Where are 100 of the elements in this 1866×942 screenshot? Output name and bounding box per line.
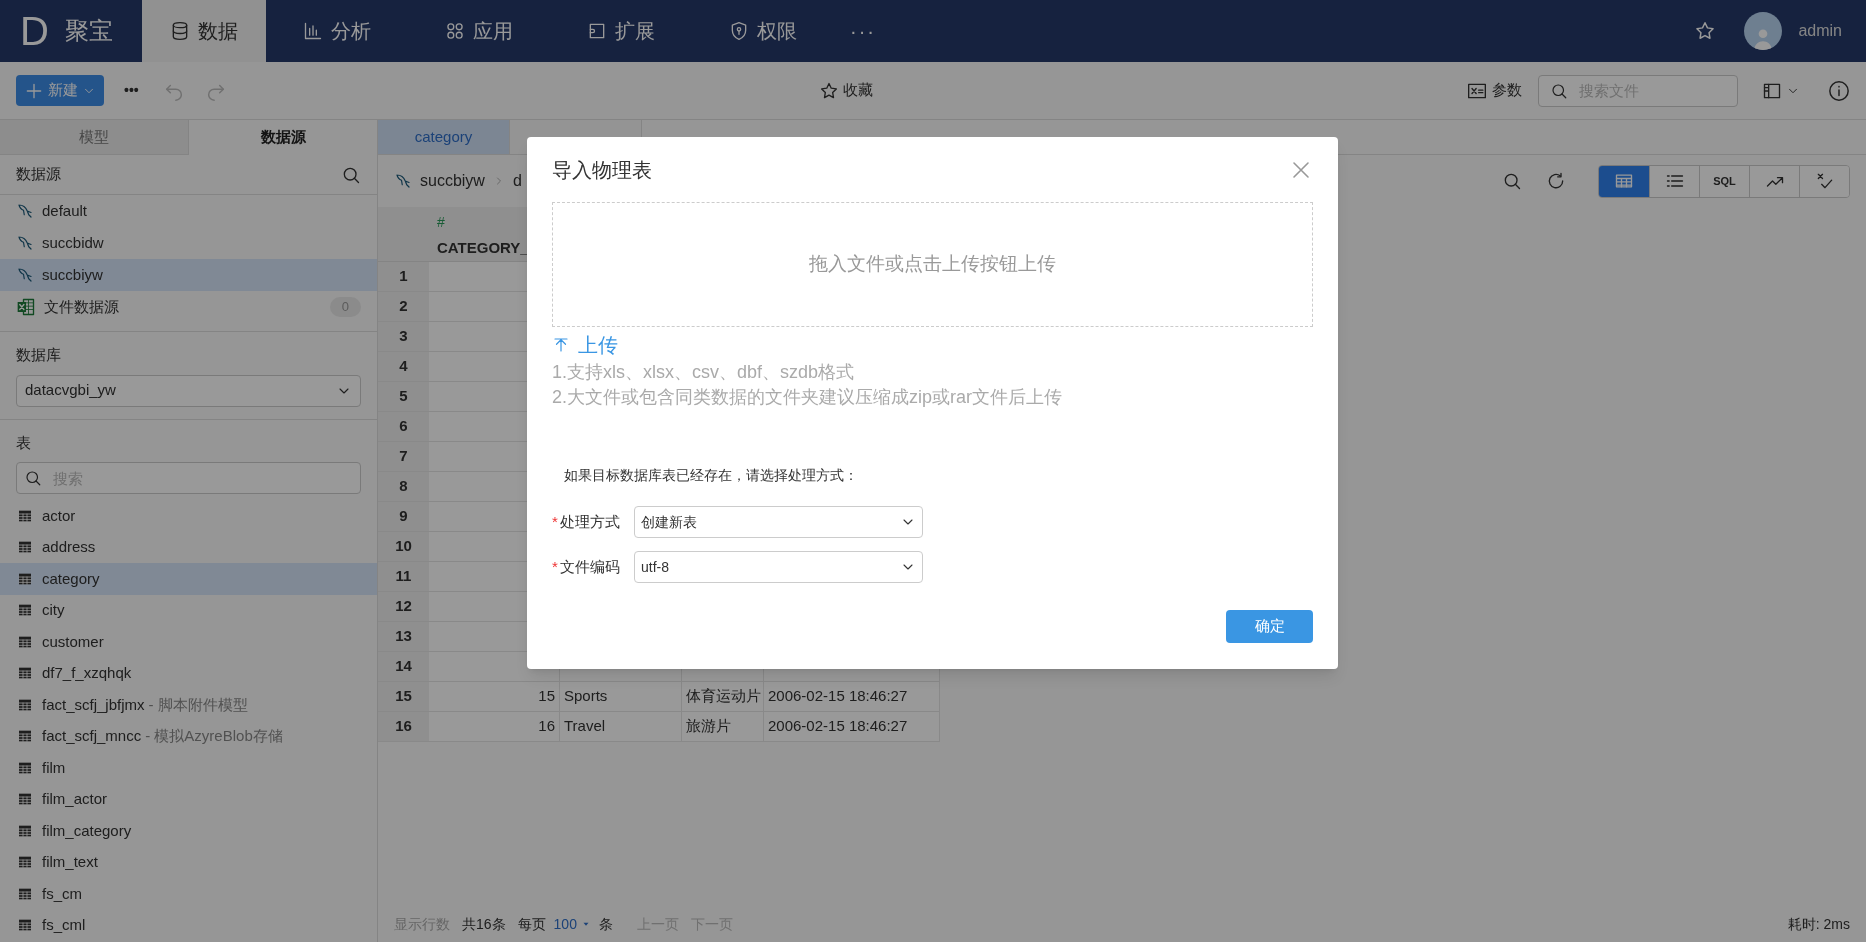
row-number: 16	[378, 712, 429, 742]
table-cell: 15	[429, 682, 560, 712]
spreadsheet-icon	[16, 297, 36, 317]
row-number: 5	[378, 382, 429, 412]
avatar[interactable]	[1744, 12, 1783, 50]
dolphin-icon	[16, 266, 34, 284]
row-number: 11	[378, 562, 429, 592]
row-number: 1	[378, 262, 429, 292]
table-list-item[interactable]: df7_f_xzqhqk	[0, 657, 377, 689]
datasource-label: 文件数据源	[44, 296, 120, 317]
table-icon	[16, 728, 34, 745]
dropdown-field[interactable]: 创建新表	[634, 506, 923, 538]
bar-chart-icon	[303, 21, 323, 41]
table-icon	[16, 602, 34, 619]
favorite-button[interactable]: 收藏	[819, 79, 874, 102]
section-title: 数据源	[16, 164, 61, 185]
page-size-select[interactable]: 100	[553, 913, 591, 935]
table-list-item[interactable]: film	[0, 752, 377, 784]
table-list-item[interactable]: customer	[0, 626, 377, 658]
table-name: actor	[42, 505, 76, 526]
dialog-title: 导入物理表	[552, 158, 652, 183]
field-label: 处理方式	[559, 511, 620, 532]
search-icon[interactable]	[1502, 171, 1522, 191]
table-list-item[interactable]: fs_cml	[0, 909, 377, 941]
table-name: customer	[42, 631, 104, 652]
table-cell: Sports	[560, 682, 682, 712]
table-list-item[interactable]: fact_scfj_mncc - 模拟AzyreBlob存储	[0, 720, 377, 752]
row-number: 4	[378, 352, 429, 382]
total-count: 共16条	[462, 914, 506, 934]
star-icon[interactable]	[1694, 20, 1717, 42]
more-button[interactable]: •••	[124, 80, 139, 101]
table-list-item[interactable]: fact_scfj_jbfjmx - 脚本附件模型	[0, 689, 377, 721]
search-icon	[1550, 81, 1568, 100]
dolphin-icon	[16, 202, 34, 220]
datasource-item[interactable]: succbidw	[0, 227, 377, 259]
table-name: film_text	[42, 852, 98, 872]
table-icon	[16, 854, 34, 871]
user-name[interactable]: admin	[1798, 19, 1842, 43]
plugin-icon	[587, 21, 607, 41]
table-cell: 2006-02-15 18:46:27	[764, 712, 940, 742]
drop-zone-hint: 拖入文件或点击上传按钮上传	[809, 252, 1056, 277]
sidebar-tab[interactable]: 模型	[0, 120, 189, 155]
row-number: 13	[378, 622, 429, 652]
datasource-item[interactable]: succbiyw	[0, 259, 377, 291]
field-label: 文件编码	[559, 556, 620, 577]
row-number: 8	[378, 472, 429, 502]
row-number: 7	[378, 442, 429, 472]
upload-link[interactable]: 上传	[552, 330, 618, 360]
table-description: - 模拟AzyreBlob存储	[145, 726, 283, 746]
datasource-item[interactable]: default	[0, 195, 377, 227]
new-button[interactable]: 新建	[16, 75, 104, 106]
breadcrumb-item[interactable]: d	[512, 169, 522, 193]
brand-name: 聚宝	[64, 16, 113, 46]
table-name: fs_cm	[42, 883, 82, 904]
nav-tab[interactable]: 分析	[266, 0, 408, 62]
breadcrumb-item[interactable]: succbiyw	[420, 169, 485, 193]
drop-zone[interactable]: 拖入文件或点击上传按钮上传	[552, 202, 1313, 327]
database-icon	[170, 21, 190, 41]
table-name: fact_scfj_mncc	[42, 726, 142, 746]
table-list-item[interactable]: actor	[0, 500, 377, 532]
nav-tab[interactable]: 数据	[142, 0, 266, 62]
table-description: - 脚本附件模型	[148, 694, 248, 715]
per-page-label: 每页	[517, 914, 546, 934]
view-check-button[interactable]	[1799, 165, 1849, 197]
hint-text: 2.大文件或包含同类数据的文件夹建议压缩成zip或rar文件后上传	[552, 386, 1064, 409]
table-name: address	[42, 537, 96, 557]
unit-label: 条	[598, 914, 613, 934]
table-list-item[interactable]: fs_cm	[0, 878, 377, 910]
table-name: category	[42, 568, 100, 589]
nav-tab[interactable]: 扩展	[550, 0, 692, 62]
table-cell: Travel	[560, 712, 682, 742]
row-number: 9	[378, 502, 429, 532]
table-list-item[interactable]: category	[0, 563, 377, 595]
shield-icon	[729, 21, 749, 41]
table-name: fact_scfj_jbfjmx	[42, 694, 145, 715]
nav-tab[interactable]: 应用	[408, 0, 550, 62]
nav-tab[interactable]: 权限	[692, 0, 834, 62]
table-list-item[interactable]: film_actor	[0, 783, 377, 815]
table-list-item[interactable]: film_category	[0, 815, 377, 847]
table-list-item[interactable]: film_text	[0, 846, 377, 878]
view-table-button[interactable]	[1599, 165, 1649, 197]
info-icon[interactable]	[1828, 79, 1850, 102]
params-button[interactable]: 参数	[1466, 79, 1522, 102]
table-icon	[16, 917, 34, 934]
circles-icon	[445, 21, 465, 41]
row-number: 10	[378, 532, 429, 562]
dropdown-field[interactable]: utf-8	[634, 551, 923, 583]
hint-text: 1.支持xls、xlsx、csv、dbf、szdb格式	[552, 361, 856, 384]
section-title: 数据库	[16, 345, 62, 365]
confirm-button[interactable]: 确定	[1226, 610, 1313, 643]
more-menu-button[interactable]: ···	[834, 0, 892, 62]
table-name: film_category	[42, 820, 132, 841]
dolphin-icon	[394, 172, 412, 190]
row-number: 12	[378, 592, 429, 622]
table-list-item[interactable]: address	[0, 531, 377, 563]
star-icon	[819, 80, 840, 101]
upload-icon	[552, 336, 570, 354]
refresh-icon[interactable]	[1546, 171, 1566, 191]
database-select[interactable]: datacvgbi_yw	[16, 374, 361, 407]
required-mark: *	[552, 556, 558, 577]
